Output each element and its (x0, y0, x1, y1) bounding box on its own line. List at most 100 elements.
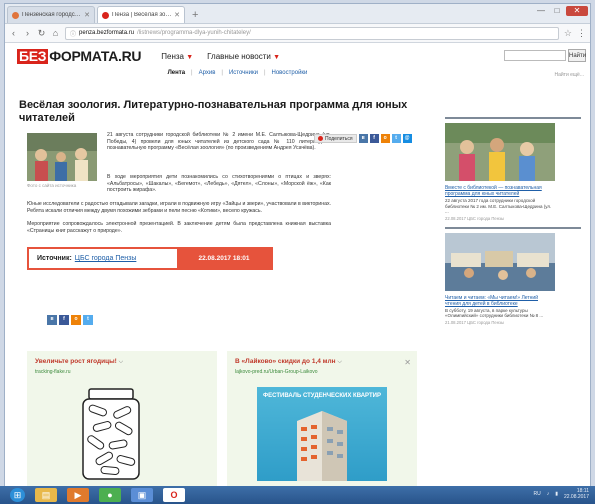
tab-title: Пенза | Весёлая зоологи... (112, 12, 173, 18)
publish-date: 22.08.2017 18:01 (177, 249, 271, 268)
sidebar-news-text: 22 августа 2017 года сотрудники городско… (445, 198, 552, 215)
web-page: БЕЗ ФОРМАТА.RU Пенза ▼ Главные новости ▼… (5, 45, 590, 486)
social-buttons: в f о t (47, 315, 93, 325)
article-title: Весёлая зоология. Литературно-познавател… (19, 99, 408, 124)
article-lead: 21 августа сотрудники городской библиоте… (107, 132, 331, 152)
menu-icon[interactable]: ⋮ (577, 28, 586, 39)
sidebar-image[interactable] (445, 232, 555, 291)
ad-block[interactable]: Увеличьте рост ягодицы! ⌵ tracking-flake… (27, 351, 217, 486)
nav-main-news[interactable]: Главные новости ▼ (207, 52, 280, 61)
share-bar: Поделиться в f о t @ (314, 133, 422, 144)
source-label: Источник: (37, 255, 72, 262)
chevron-down-icon: ▼ (186, 53, 194, 61)
pill-jar-image (82, 388, 140, 480)
article-paragraph: Мероприятие сопровождалось электронной п… (27, 221, 331, 234)
window-controls: — □ ✕ (534, 6, 588, 16)
ad-banner[interactable]: ФЕСТИВАЛЬ СТУДЕНЧЕСКИХ КВАРТИР (257, 387, 387, 481)
favicon-icon (102, 11, 109, 19)
sidebar-news-text: В субботу, 19 августа, в парке культуры … (445, 307, 544, 319)
chevron-down-icon: ⌵ (118, 359, 124, 365)
sidebar-image[interactable] (445, 123, 555, 181)
system-tray: RU ♪ ▮ 18:11 22.08.2017 (533, 488, 589, 500)
chevron-down-icon: ▼ (273, 53, 281, 61)
tab-penza-library[interactable]: Пензенская городская... ✕ (7, 6, 95, 23)
close-icon[interactable]: ✕ (84, 11, 90, 19)
subnav-sources[interactable]: Источники (229, 70, 258, 76)
article-paragraph: Юные исследователи с радостью отгадывали… (27, 201, 331, 214)
tab-bezformata[interactable]: Пенза | Весёлая зоологи... ✕ (97, 6, 185, 23)
minimize-button[interactable]: — (534, 6, 548, 16)
start-button[interactable]: ⊞ (10, 488, 25, 502)
site-logo[interactable]: БЕЗ ФОРМАТА.RU (17, 48, 142, 64)
home-icon[interactable]: ⌂ (51, 28, 60, 38)
advanced-search-link[interactable]: Найти ещё... (555, 72, 585, 78)
opera-icon[interactable]: O (163, 488, 185, 502)
clock-date: 22.08.2017 (563, 494, 589, 500)
ad-title: Увеличьте рост ягодицы! (35, 358, 117, 365)
bookmark-star-icon[interactable]: ☆ (564, 28, 572, 39)
nav-city[interactable]: Пенза ▼ (161, 52, 193, 61)
odnoklassniki-icon[interactable]: о (71, 315, 81, 325)
sub-nav: Лента | Архив | Источники | Новостройки (167, 70, 308, 76)
chevron-down-icon: ⌵ (337, 359, 342, 365)
source-link[interactable]: ЦБС города Пензы (75, 255, 137, 262)
site-header: БЕЗ ФОРМАТА.RU Пенза ▼ Главные новости ▼… (5, 45, 590, 67)
browser-window: Пензенская городская... ✕ Пенза | Весёла… (4, 3, 591, 486)
back-icon[interactable]: ‹ (9, 28, 18, 38)
twitter-icon[interactable]: t (391, 134, 401, 143)
clock[interactable]: 18:11 22.08.2017 (564, 488, 589, 500)
sidebar-news-link[interactable]: Читаем и читаем: «Мы читаем!» Летний чте… (445, 295, 555, 307)
tab-strip: Пензенская городская... ✕ Пенза | Весёла… (5, 4, 590, 24)
tab-title: Пензенская городская... (22, 12, 82, 18)
ad-title: В «Лайково» скидки до 1,4 млн (235, 358, 336, 365)
url-path: /listnews/programma-dlya-yunih-chitatele… (137, 30, 251, 36)
search-button[interactable]: Найти (568, 49, 586, 62)
ad-url: lajkovo-pred.ru/Urban-Group-Laikovo (235, 369, 318, 375)
article-paragraph: В ходе мероприятия дети познакомились со… (107, 174, 331, 194)
address-bar: ‹ › ↻ ⌂ ⓘ penza.bezformata.ru /listnews/… (5, 24, 590, 43)
search-input[interactable] (504, 50, 566, 61)
network-icon[interactable]: ▮ (555, 491, 558, 497)
building-image (297, 411, 347, 481)
odnoklassniki-icon[interactable]: о (380, 134, 390, 143)
share-button[interactable]: Поделиться (314, 134, 357, 143)
chrome-icon[interactable]: ● (99, 488, 121, 502)
url-input[interactable]: ⓘ penza.bezformata.ru /listnews/programm… (65, 26, 559, 40)
close-window-button[interactable]: ✕ (566, 6, 588, 16)
sidebar-news-link[interactable]: Вместе с библиотекой — познавательная пр… (445, 185, 555, 197)
language-indicator[interactable]: RU (533, 491, 540, 497)
facebook-icon[interactable]: f (59, 315, 69, 325)
divider (445, 226, 581, 229)
favicon-icon (12, 11, 19, 19)
photo-caption: Фото с сайта источника (27, 183, 77, 188)
subnav-feed[interactable]: Лента (168, 70, 185, 76)
reload-icon[interactable]: ↻ (37, 28, 46, 39)
file-explorer-icon[interactable]: ▤ (35, 488, 57, 502)
subnav-archive[interactable]: Архив (199, 70, 216, 76)
volume-icon[interactable]: ♪ (547, 491, 550, 497)
ad-block[interactable]: В «Лайково» скидки до 1,4 млн ⌵ lajkovo-… (227, 351, 417, 486)
subnav-newbuildings[interactable]: Новостройки (272, 70, 308, 76)
sidebar-news-meta: 22.08.2017 ЦБС города Пензы (445, 215, 504, 221)
article-photo[interactable] (27, 133, 97, 181)
vk-icon[interactable]: в (47, 315, 57, 325)
app-icon[interactable]: ▣ (131, 488, 153, 502)
twitter-icon[interactable]: t (83, 315, 93, 325)
lock-icon: ⓘ (70, 31, 77, 38)
media-player-icon[interactable]: ▶ (67, 488, 89, 502)
facebook-icon[interactable]: f (369, 134, 379, 143)
share-icon (318, 136, 323, 141)
vk-icon[interactable]: в (358, 134, 368, 143)
new-tab-button[interactable]: + (187, 9, 203, 23)
source-box: Источник: ЦБС города Пензы 22.08.2017 18… (27, 247, 273, 270)
top-nav: Пенза ▼ Главные новости ▼ (161, 52, 280, 61)
close-icon[interactable]: ✕ (404, 358, 411, 367)
mail-icon[interactable]: @ (402, 134, 412, 143)
forward-icon[interactable]: › (23, 28, 32, 38)
ad-url: tracking-flake.ru (35, 369, 71, 375)
maximize-button[interactable]: □ (550, 6, 564, 16)
right-column: Вместе с библиотекой — познавательная пр… (445, 117, 581, 325)
close-icon[interactable]: ✕ (174, 11, 180, 19)
sidebar-news-meta: 21.08.2017 ЦБС города Пензы (445, 319, 504, 325)
url-host: penza.bezformata.ru (79, 30, 135, 36)
